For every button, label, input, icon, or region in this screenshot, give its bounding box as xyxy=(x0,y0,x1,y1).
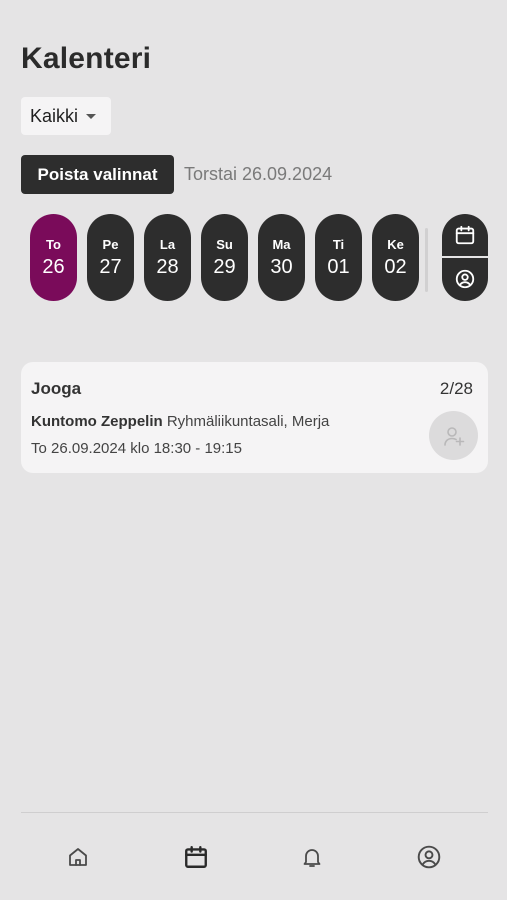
day-item-28[interactable]: La 28 xyxy=(144,214,191,301)
home-icon xyxy=(69,848,87,866)
day-number: 28 xyxy=(156,255,179,278)
nav-notifications[interactable] xyxy=(294,839,330,875)
day-name: La xyxy=(159,236,176,252)
add-user-icon xyxy=(443,426,464,446)
profile-icon xyxy=(417,845,441,869)
nav-calendar[interactable] xyxy=(178,839,214,875)
day-item-29[interactable]: Su 29 xyxy=(201,214,248,301)
day-number: 02 xyxy=(384,255,407,278)
caret-down-icon xyxy=(86,113,97,119)
event-location: Kuntomo Zeppelin Ryhmäliikuntasali, Merj… xyxy=(31,413,329,430)
nav-profile[interactable] xyxy=(411,839,447,875)
day-number: 26 xyxy=(42,255,65,278)
page-title: Kalenteri xyxy=(21,42,152,75)
event-card[interactable]: Jooga 2/28 Kuntomo Zeppelin Ryhmäliikunt… xyxy=(21,362,488,473)
day-item-30[interactable]: Ma 30 xyxy=(258,214,305,301)
day-number: 29 xyxy=(213,255,236,278)
enroll-button[interactable] xyxy=(429,411,478,460)
event-details: Ryhmäliikuntasali, Merja xyxy=(166,413,330,430)
filter-dropdown[interactable]: Kaikki xyxy=(21,97,111,135)
day-name: To xyxy=(46,236,61,252)
selected-date-label: Torstai 26.09.2024 xyxy=(184,164,333,184)
event-venue: Kuntomo Zeppelin xyxy=(31,413,163,430)
participant-count: 2/28 xyxy=(439,379,473,398)
day-name: Pe xyxy=(102,236,119,252)
day-number: 01 xyxy=(327,255,350,278)
calendar-icon xyxy=(185,846,207,868)
day-item-26[interactable]: To 26 xyxy=(30,214,77,301)
view-controls xyxy=(442,214,488,301)
scroll-divider xyxy=(425,228,428,292)
nav-home[interactable] xyxy=(60,839,96,875)
calendar-view-button[interactable] xyxy=(442,214,488,256)
day-name: Su xyxy=(216,236,233,252)
bell-icon xyxy=(303,849,321,867)
day-item-01[interactable]: Ti 01 xyxy=(315,214,362,301)
day-item-02[interactable]: Ke 02 xyxy=(372,214,419,301)
day-picker: To 26 Pe 27 La 28 Su 29 Ma 30 Ti 01 Ke 0… xyxy=(30,214,419,301)
bottom-navigation xyxy=(0,813,507,900)
day-number: 27 xyxy=(99,255,122,278)
day-item-27[interactable]: Pe 27 xyxy=(87,214,134,301)
calendar-icon xyxy=(455,225,475,245)
clear-selections-button[interactable]: Poista valinnat xyxy=(21,155,174,194)
day-name: Ma xyxy=(272,236,291,252)
user-circle-icon xyxy=(455,269,475,289)
day-number: 30 xyxy=(270,255,293,278)
day-name: Ke xyxy=(387,236,404,252)
event-title: Jooga xyxy=(31,379,82,398)
filter-selected-value: Kaikki xyxy=(30,105,79,126)
my-bookings-button[interactable] xyxy=(442,258,488,300)
event-time: To 26.09.2024 klo 18:30 - 19:15 xyxy=(31,440,242,457)
day-name: Ti xyxy=(332,236,345,252)
